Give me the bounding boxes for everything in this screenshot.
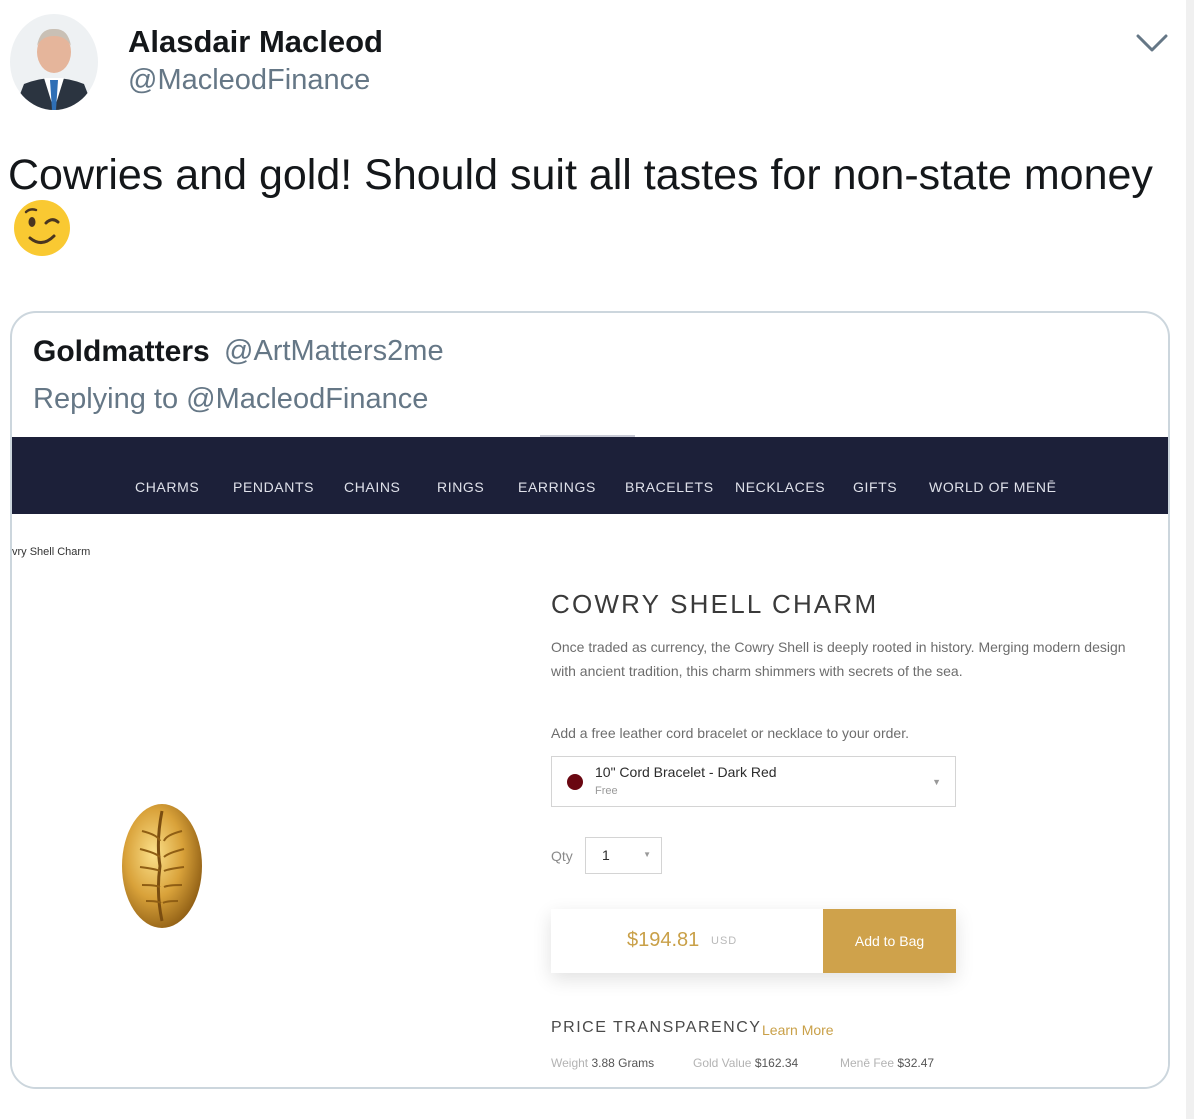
nav-bracelets: BRACELETS bbox=[625, 479, 714, 495]
nav-world-of-mene: WORLD OF MENĒ bbox=[929, 479, 1057, 495]
scrollbar[interactable] bbox=[1186, 0, 1194, 1119]
qty-value: 1 bbox=[602, 847, 610, 863]
nav-charms: CHARMS bbox=[135, 479, 200, 495]
select-label: 10" Cord Bracelet - Dark Red bbox=[595, 764, 777, 780]
weight-value: 3.88 Grams bbox=[591, 1056, 655, 1070]
gold-value-label: Gold Value bbox=[693, 1056, 752, 1070]
breadcrumb: vry Shell Charm bbox=[12, 546, 91, 558]
fee-label: Menē Fee bbox=[840, 1056, 895, 1070]
learn-more-link[interactable]: Learn More bbox=[762, 1022, 834, 1038]
fee-info: Menē Fee $32.47 bbox=[840, 1056, 934, 1070]
cowry-shell-image bbox=[120, 801, 204, 931]
quoted-tweet-card[interactable]: Goldmatters @ArtMatters2me Replying to @… bbox=[10, 311, 1170, 1089]
product-price: $194.81 bbox=[627, 929, 700, 951]
cord-select[interactable]: 10" Cord Bracelet - Dark Red Free ▼ bbox=[551, 756, 956, 807]
author-name[interactable]: Alasdair Macleod bbox=[128, 24, 383, 60]
gold-value-info: Gold Value $162.34 bbox=[693, 1056, 798, 1070]
replying-to-line[interactable]: Replying to @MacleodFinance bbox=[33, 383, 428, 416]
chevron-down-icon: ▼ bbox=[643, 850, 651, 859]
product-description: Once traded as currency, the Cowry Shell… bbox=[551, 639, 1126, 679]
nav-chains: CHAINS bbox=[344, 479, 401, 495]
nav-rings: RINGS bbox=[437, 479, 485, 495]
quoted-image[interactable]: CHARMS PENDANTS CHAINS RINGS EARRINGS BR… bbox=[12, 435, 1168, 1087]
chevron-down-icon: ▼ bbox=[932, 777, 941, 787]
author-avatar[interactable] bbox=[10, 14, 98, 110]
gold-value: $162.34 bbox=[754, 1056, 799, 1070]
author-handle[interactable]: @MacleodFinance bbox=[128, 64, 370, 97]
winking-face-icon bbox=[12, 198, 72, 258]
price-transparency-title: PRICE TRANSPARENCY bbox=[551, 1019, 762, 1036]
tweet-text: Cowries and gold! Should suit all tastes… bbox=[8, 151, 1153, 199]
qty-label: Qty bbox=[551, 848, 573, 864]
nav-earrings: EARRINGS bbox=[518, 479, 596, 495]
select-sublabel: Free bbox=[595, 785, 618, 797]
nav-necklaces: NECKLACES bbox=[735, 479, 826, 495]
quoted-author-handle[interactable]: @ArtMatters2me bbox=[224, 335, 444, 368]
qty-select[interactable]: 1 ▼ bbox=[585, 837, 662, 874]
color-swatch bbox=[567, 774, 583, 790]
shop-logo bbox=[540, 433, 635, 442]
price-card: $194.81 USD Add to Bag bbox=[551, 909, 956, 973]
weight-info: Weight 3.88 Grams bbox=[551, 1056, 654, 1070]
currency-label: USD bbox=[711, 935, 738, 947]
chevron-down-icon[interactable] bbox=[1134, 30, 1170, 56]
offer-text: Add a free leather cord bracelet or neck… bbox=[551, 725, 909, 741]
product-title: COWRY SHELL CHARM bbox=[551, 589, 879, 619]
fee-value: $32.47 bbox=[897, 1056, 935, 1070]
nav-pendants: PENDANTS bbox=[233, 479, 315, 495]
add-to-bag-button[interactable]: Add to Bag bbox=[823, 909, 956, 973]
weight-label: Weight bbox=[551, 1056, 589, 1070]
shop-navbar: CHARMS PENDANTS CHAINS RINGS EARRINGS BR… bbox=[12, 435, 1168, 514]
nav-gifts: GIFTS bbox=[853, 479, 898, 495]
quoted-author-name[interactable]: Goldmatters bbox=[33, 335, 210, 369]
